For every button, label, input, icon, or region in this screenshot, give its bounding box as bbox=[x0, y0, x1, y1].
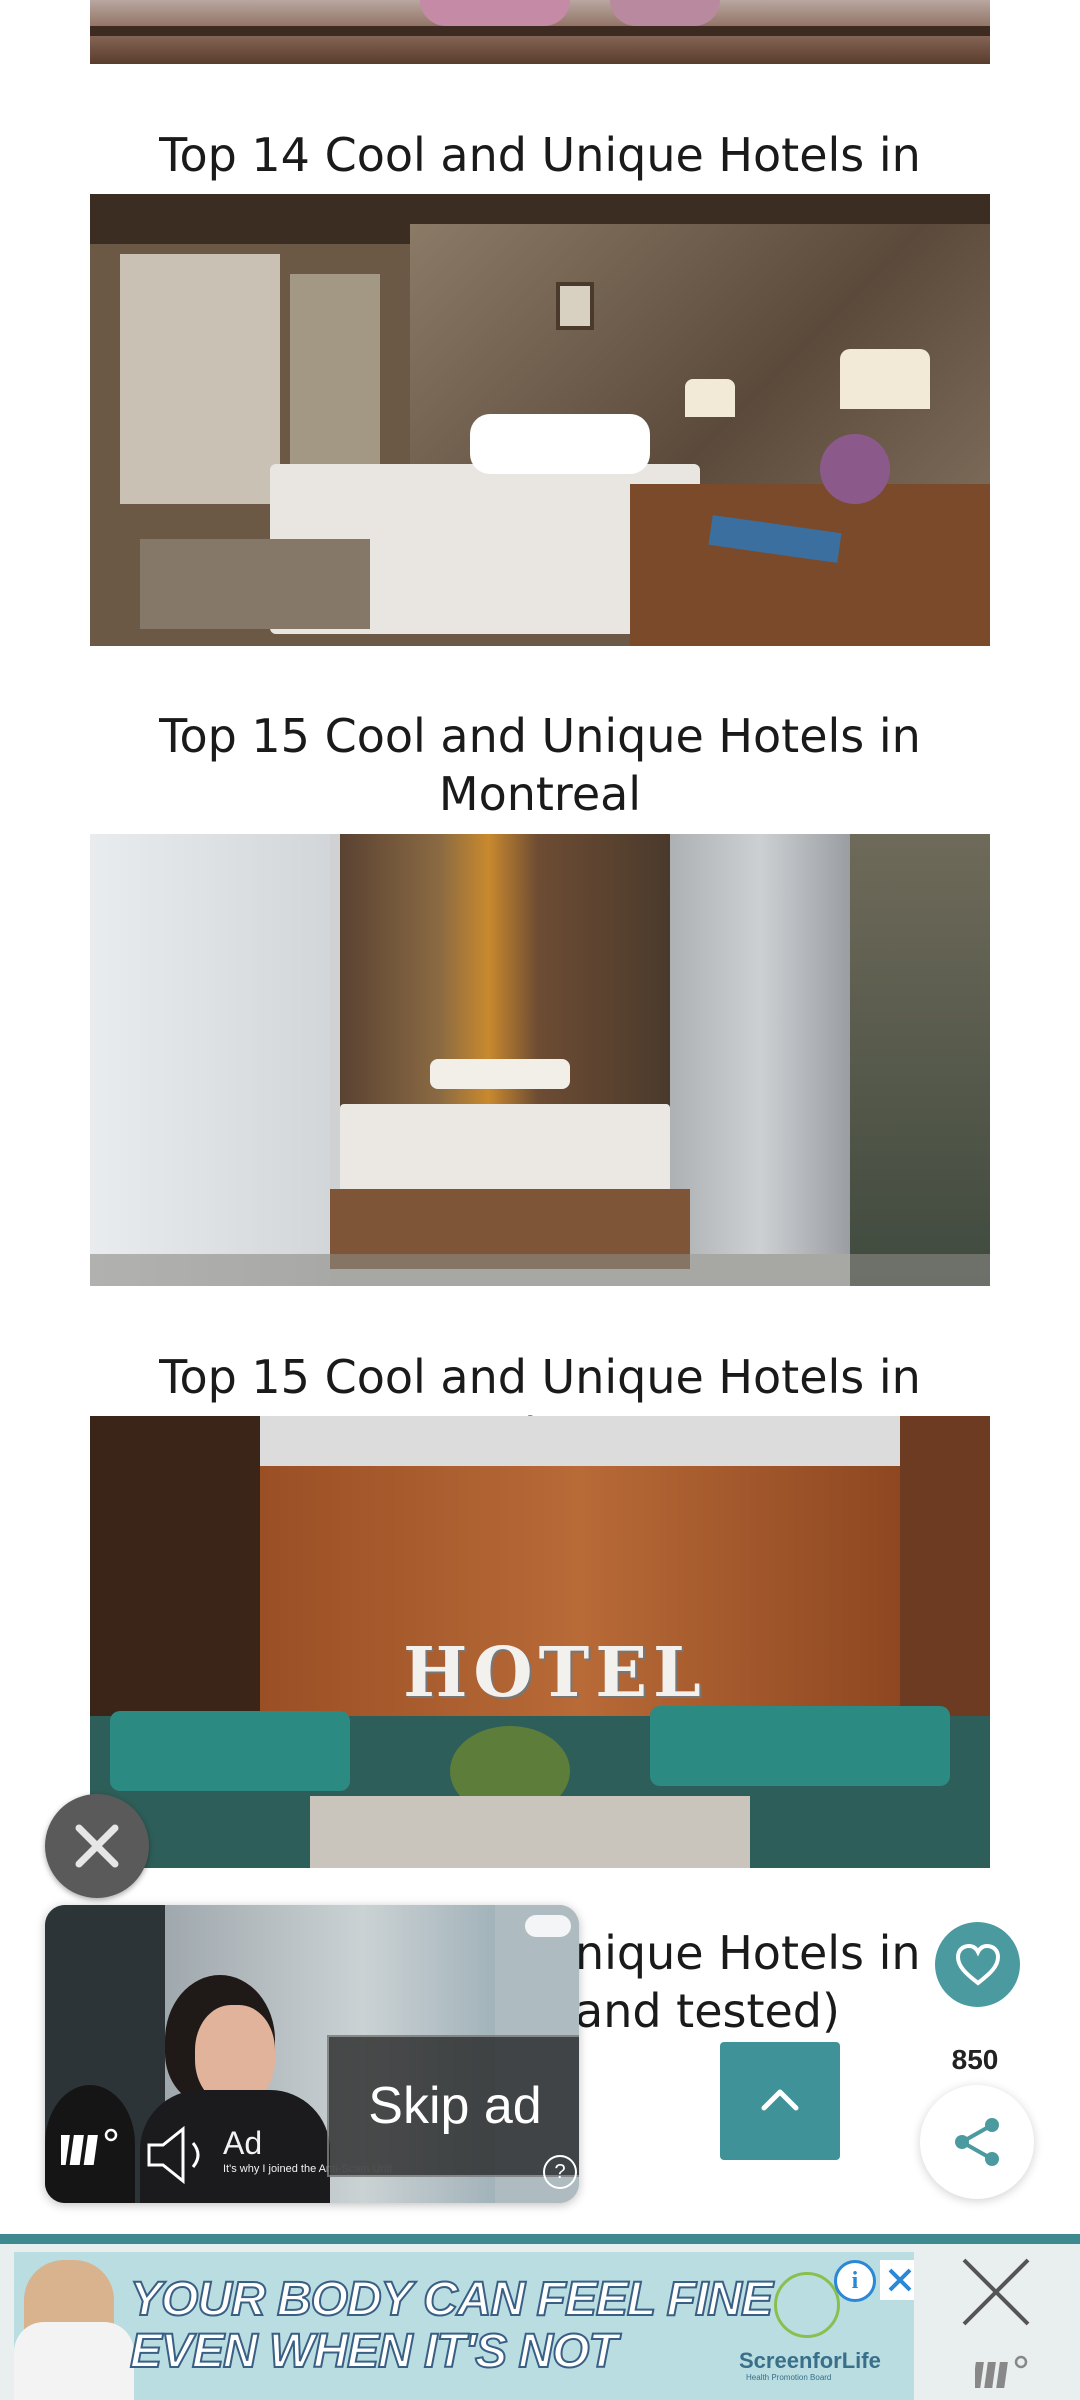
close-icon bbox=[888, 2268, 912, 2292]
brand-logo-icon bbox=[55, 2127, 123, 2171]
ad-badge bbox=[525, 1915, 571, 1937]
adchoices-info-icon[interactable]: i bbox=[834, 2260, 876, 2302]
chevron-up-icon bbox=[761, 2089, 799, 2111]
ad-label: Ad bbox=[223, 2125, 263, 2161]
favorite-button[interactable] bbox=[935, 1922, 1020, 2007]
banner-headline-line2: EVEN WHEN IT'S NOT bbox=[129, 2324, 619, 2379]
close-icon bbox=[962, 2258, 1030, 2326]
video-ad[interactable]: Ad It's why I joined the Anti-Scam Unit … bbox=[45, 1905, 579, 2203]
banner-ad[interactable]: YOUR BODY CAN FEEL FINE EVEN WHEN IT'S N… bbox=[14, 2252, 914, 2400]
brand-logo-icon bbox=[972, 2354, 1035, 2394]
banner-headline-line1: YOUR BODY CAN FEEL FINE bbox=[129, 2272, 774, 2327]
share-icon bbox=[955, 2118, 999, 2166]
video-ad-close-button[interactable] bbox=[45, 1794, 149, 1898]
hotel-sign: HOTEL bbox=[403, 1633, 707, 1713]
hotel-image-denver[interactable] bbox=[90, 194, 990, 646]
banner-ad-dismiss-button[interactable] bbox=[880, 2260, 914, 2300]
banner-ad-container: YOUR BODY CAN FEEL FINE EVEN WHEN IT'S N… bbox=[0, 2244, 1080, 2400]
article-title-partial-line2[interactable]: and tested) bbox=[575, 1982, 840, 2040]
close-icon bbox=[75, 1824, 119, 1868]
heart-icon bbox=[955, 1943, 1001, 1986]
skip-ad-button[interactable]: Skip ad bbox=[327, 2035, 579, 2177]
hotel-image-tokyo[interactable]: HOTEL bbox=[90, 1416, 990, 1868]
article-title-montreal-line2[interactable]: Montreal bbox=[90, 765, 990, 823]
back-to-top-button[interactable] bbox=[720, 2042, 840, 2160]
banner-top-strip bbox=[0, 2234, 1080, 2244]
share-button[interactable] bbox=[920, 2085, 1034, 2199]
banner-brand: ScreenforLife bbox=[739, 2348, 881, 2373]
help-icon[interactable]: ? bbox=[543, 2155, 577, 2189]
speaker-icon[interactable] bbox=[143, 2123, 215, 2191]
banner-close-button[interactable] bbox=[958, 2254, 1034, 2330]
article-title-partial-line1[interactable]: nique Hotels in bbox=[575, 1924, 921, 1982]
share-count: 850 bbox=[951, 2044, 999, 2075]
article-title-montreal-line1[interactable]: Top 15 Cool and Unique Hotels in bbox=[90, 707, 990, 765]
banner-brand-sub: Health Promotion Board bbox=[746, 2373, 832, 2382]
hotel-image-montreal[interactable] bbox=[90, 834, 990, 1286]
hotel-image-top[interactable] bbox=[90, 0, 990, 64]
